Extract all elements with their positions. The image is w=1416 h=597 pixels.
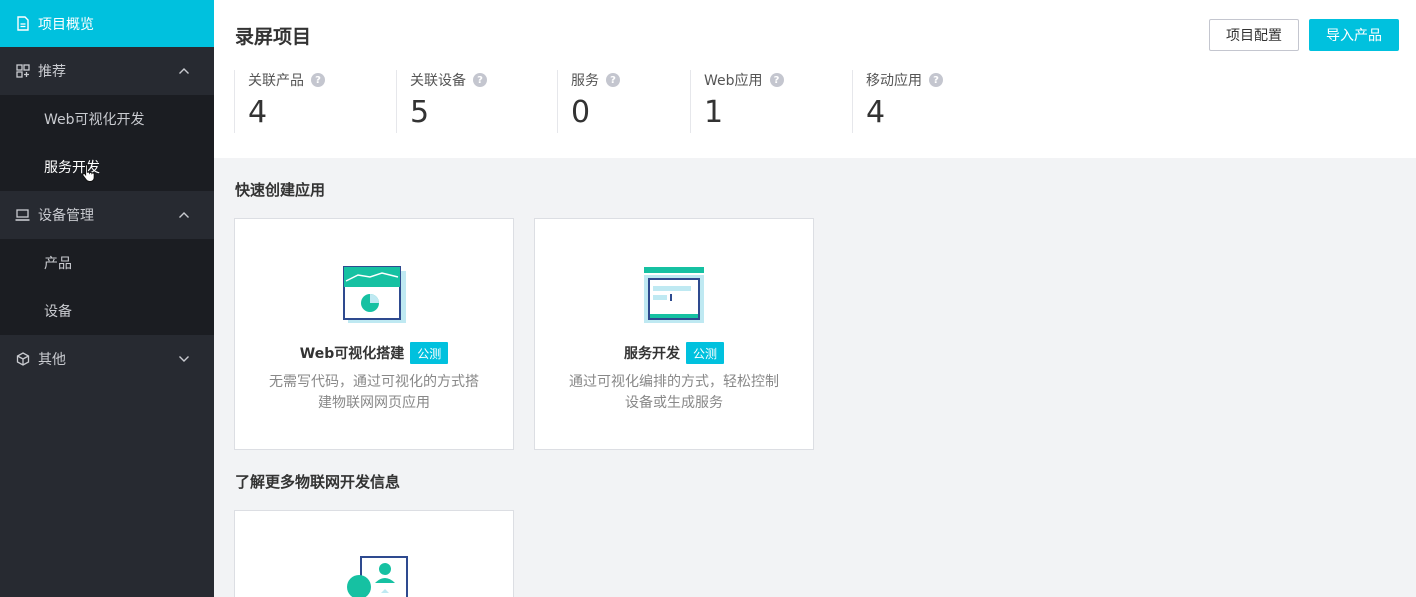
stat-value: 4: [866, 95, 886, 130]
stat-label: 关联设备: [410, 73, 466, 89]
help-icon[interactable]: ?: [606, 73, 620, 87]
sidebar-submenu-device-management: 产品 设备: [0, 239, 214, 335]
stat-mobile-apps: 移动应用? 4: [852, 70, 1014, 133]
grid-icon: [15, 64, 30, 79]
device-icon: [15, 208, 30, 223]
sidebar-group-recommend[interactable]: 推荐: [0, 47, 214, 95]
chevron-down-icon: [178, 355, 190, 363]
document-icon: [15, 16, 30, 31]
sidebar-group-other[interactable]: 其他: [0, 335, 214, 383]
stat-services: 服务? 0: [557, 70, 690, 133]
sidebar-group-label: 推荐: [38, 64, 66, 80]
help-icon[interactable]: ?: [473, 73, 487, 87]
stat-value: 0: [571, 95, 591, 130]
stat-label: 关联产品: [248, 73, 304, 89]
sidebar-item-label: 设备: [44, 304, 72, 320]
sidebar-item-label: 产品: [44, 256, 72, 272]
stat-value: 1: [704, 95, 724, 130]
sidebar-item-product[interactable]: 产品: [0, 239, 214, 287]
help-icon[interactable]: ?: [311, 73, 325, 87]
web-visual-illustration-icon: [343, 266, 406, 323]
stat-related-devices: 关联设备? 5: [396, 70, 557, 133]
quick-create-title: 快速创建应用: [235, 181, 326, 199]
sidebar-item-service-dev[interactable]: 服务开发: [0, 143, 214, 191]
beta-badge: 公测: [685, 342, 724, 364]
help-icon[interactable]: ?: [929, 73, 943, 87]
service-dev-illustration-icon: [644, 267, 704, 323]
sidebar-item-label: Web可视化开发: [44, 112, 145, 128]
stat-value: 5: [410, 95, 430, 130]
card-learn-more[interactable]: [234, 510, 514, 597]
page-title: 录屏项目: [235, 26, 312, 48]
sidebar-item-project-overview[interactable]: 项目概览: [0, 0, 214, 47]
card-description: 通过可视化编排的方式，轻松控制设备或生成服务: [569, 374, 779, 411]
learn-more-title: 了解更多物联网开发信息: [235, 473, 401, 491]
people-illustration-icon: [347, 556, 408, 597]
sidebar-group-label: 设备管理: [38, 208, 94, 224]
stats-row: 关联产品? 4 关联设备? 5 服务? 0 Web应用? 1 移动应用? 4: [234, 70, 1014, 133]
project-header: 录屏项目 项目配置 导入产品 关联产品? 4 关联设备? 5 服务? 0 Web…: [214, 0, 1416, 158]
cube-icon: [15, 352, 30, 367]
sidebar-item-web-visual-dev[interactable]: Web可视化开发: [0, 95, 214, 143]
stat-web-apps: Web应用? 1: [690, 70, 852, 133]
beta-badge: 公测: [410, 342, 449, 364]
sidebar-item-device[interactable]: 设备: [0, 287, 214, 335]
import-product-button[interactable]: 导入产品: [1309, 19, 1399, 51]
stat-value: 4: [248, 95, 268, 130]
card-description: 无需写代码，通过可视化的方式搭建物联网网页应用: [269, 374, 479, 411]
stat-label: Web应用: [704, 73, 763, 89]
stat-related-products: 关联产品? 4: [234, 70, 396, 133]
hand-cursor-icon: [82, 164, 95, 182]
help-icon[interactable]: ?: [769, 73, 784, 87]
chevron-up-icon: [178, 211, 190, 219]
card-web-visual-builder[interactable]: Web可视化搭建 公测 无需写代码，通过可视化的方式搭建物联网网页应用: [234, 218, 514, 450]
stat-label: 移动应用: [866, 73, 922, 89]
project-config-button[interactable]: 项目配置: [1209, 19, 1299, 51]
chevron-up-icon: [178, 67, 190, 75]
sidebar-group-device-management[interactable]: 设备管理: [0, 191, 214, 239]
card-service-dev[interactable]: 服务开发 公测 通过可视化编排的方式，轻松控制设备或生成服务: [534, 218, 814, 450]
sidebar-submenu-recommend: Web可视化开发 服务开发: [0, 95, 214, 191]
card-title: Web可视化搭建: [299, 346, 405, 362]
sidebar-item-label: 项目概览: [38, 16, 94, 33]
sidebar-group-label: 其他: [38, 352, 66, 368]
sidebar: 项目概览 推荐 Web可视化开发 服务开发 设备管理 产品 设备 其他: [0, 0, 214, 597]
card-title: 服务开发: [623, 346, 680, 362]
stat-label: 服务: [571, 73, 599, 89]
